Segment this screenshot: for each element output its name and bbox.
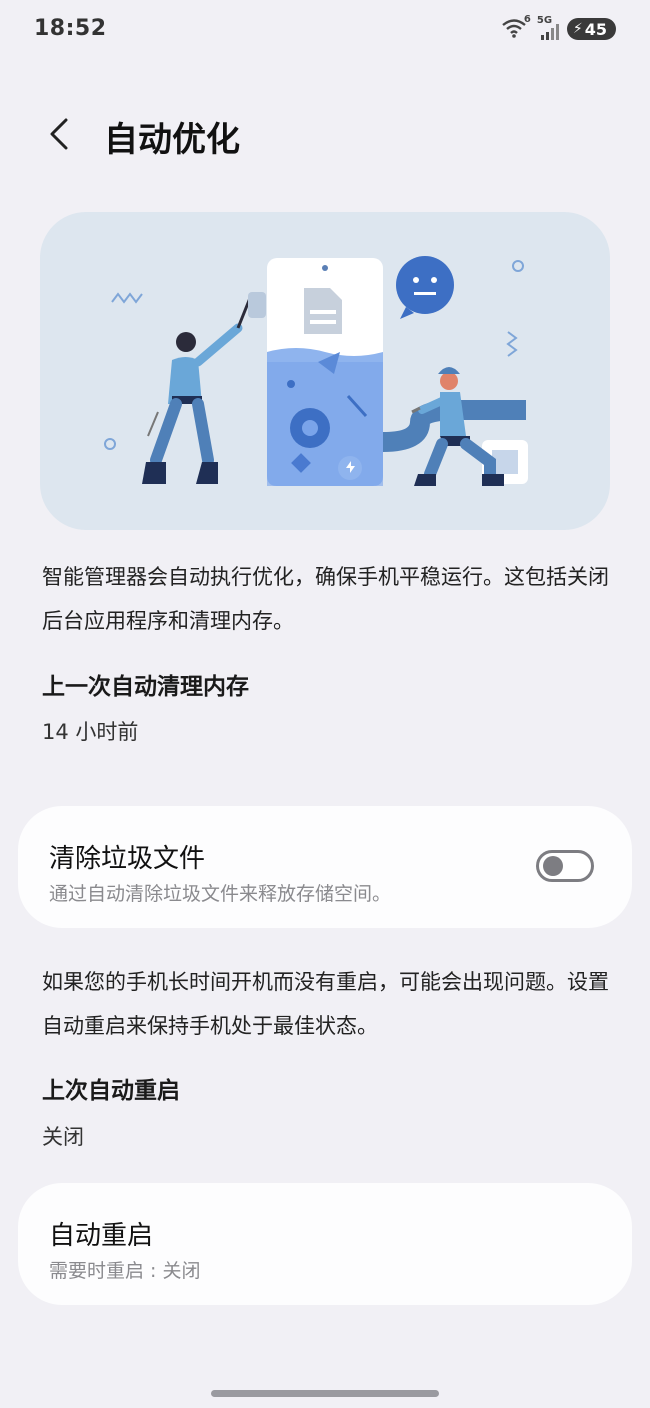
last-auto-restart-title: 上次自动重启 — [42, 1078, 180, 1104]
app-bar: 自动优化 — [0, 100, 650, 170]
optimization-description: 智能管理器会自动执行优化，确保手机平稳运行。这包括关闭后台应用程序和清理内存。 — [42, 565, 609, 633]
clear-junk-files-subtitle: 通过自动清除垃圾文件来释放存储空间。 — [49, 883, 392, 905]
toggle-knob — [543, 856, 563, 876]
wifi-icon: 6 — [501, 14, 531, 41]
auto-restart-subtitle: 需要时重启 : 关闭 — [49, 1260, 201, 1282]
clear-junk-files-card[interactable]: 清除垃圾文件 通过自动清除垃圾文件来释放存储空间。 — [18, 806, 632, 928]
auto-restart-card[interactable]: 自动重启 需要时重启 : 关闭 — [18, 1183, 632, 1305]
battery-level: 45 — [584, 19, 607, 39]
last-auto-restart-value: 关闭 — [42, 1125, 84, 1149]
auto-restart-title: 自动重启 — [49, 1221, 154, 1251]
home-indicator[interactable] — [211, 1390, 439, 1397]
status-bar: 18:52 6 5G ⚡ 45 — [0, 0, 650, 62]
status-time: 18:52 — [34, 16, 107, 41]
clear-junk-files-title: 清除垃圾文件 — [49, 844, 206, 874]
status-icons: 6 5G ⚡ 45 — [501, 14, 616, 41]
optimization-illustration — [40, 212, 610, 530]
auto-restart-description: 如果您的手机长时间开机而没有重启，可能会出现问题。设置自动重启来保持手机处于最佳… — [42, 970, 609, 1038]
cellular-icon: 5G — [537, 15, 561, 41]
charging-bolt-icon: ⚡ — [572, 21, 583, 37]
last-memory-clean-title: 上一次自动清理内存 — [42, 674, 249, 700]
battery-indicator: ⚡ 45 — [566, 18, 616, 40]
wifi-badge: 6 — [523, 14, 531, 25]
back-arrow-icon — [50, 118, 68, 150]
page-title: 自动优化 — [104, 120, 240, 160]
back-button[interactable] — [40, 112, 80, 156]
last-memory-clean-value: 14 小时前 — [42, 720, 139, 744]
clear-junk-files-toggle[interactable] — [536, 850, 594, 882]
